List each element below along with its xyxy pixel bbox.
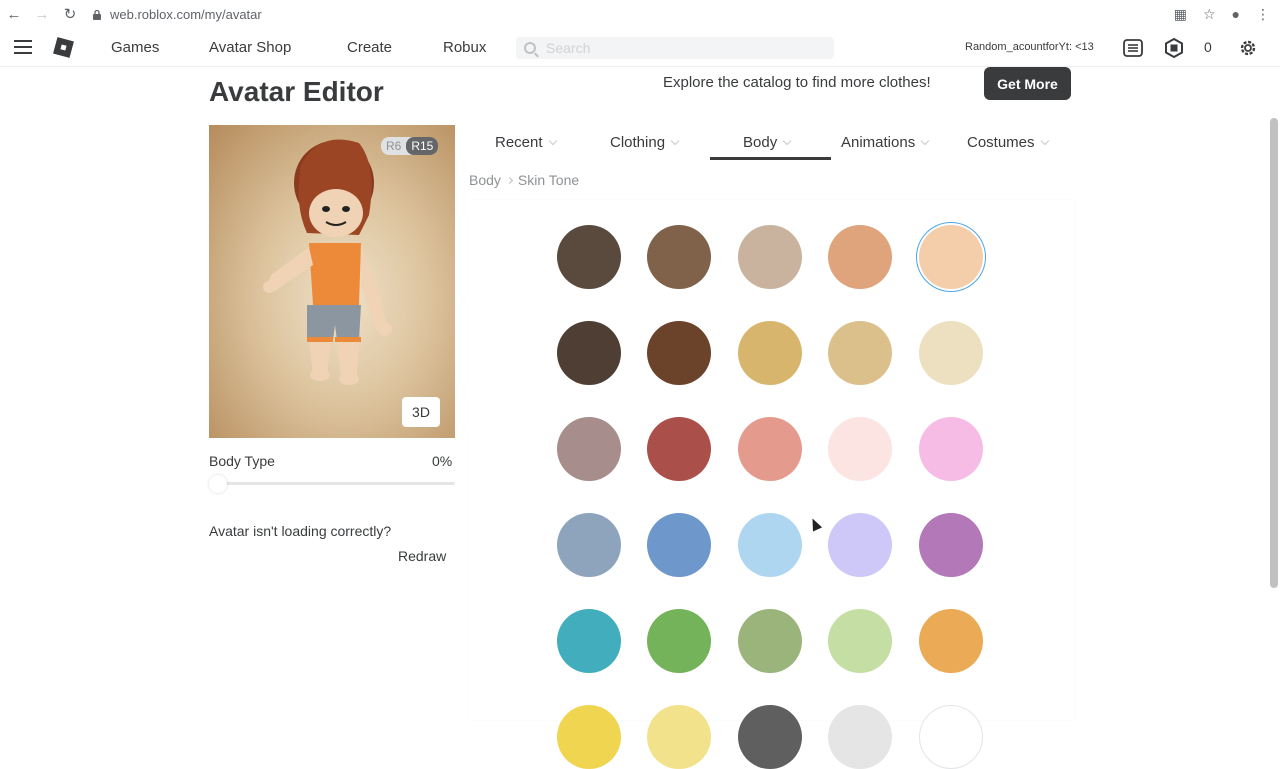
chevron-down-icon bbox=[782, 136, 792, 146]
body-type-label: Body Type bbox=[209, 453, 275, 469]
skin-tone-swatch[interactable] bbox=[647, 417, 711, 481]
skin-tone-swatch[interactable] bbox=[919, 513, 983, 577]
avatar-figure bbox=[263, 139, 392, 385]
skin-tone-swatch[interactable] bbox=[557, 705, 621, 769]
page-scrollbar[interactable] bbox=[1270, 118, 1278, 588]
search-box[interactable] bbox=[516, 37, 834, 59]
tab-label: Recent bbox=[495, 134, 543, 151]
search-input[interactable] bbox=[546, 40, 826, 56]
skin-tone-swatch[interactable] bbox=[557, 321, 621, 385]
skin-tone-swatch[interactable] bbox=[738, 513, 802, 577]
skin-tone-swatch[interactable] bbox=[557, 225, 621, 289]
skin-tone-swatch[interactable] bbox=[557, 513, 621, 577]
robux-balance[interactable]: 0 bbox=[1204, 39, 1212, 55]
skin-tone-swatch[interactable] bbox=[557, 417, 621, 481]
translate-icon[interactable]: ▦ bbox=[1174, 6, 1187, 23]
skin-tone-swatch[interactable] bbox=[828, 609, 892, 673]
roblox-logo-icon[interactable] bbox=[53, 37, 74, 58]
chevron-down-icon bbox=[920, 136, 930, 146]
tab-body[interactable]: Body bbox=[743, 134, 792, 151]
skin-tone-swatch[interactable] bbox=[828, 705, 892, 769]
skin-tone-swatch[interactable] bbox=[919, 705, 983, 769]
skin-tone-swatch[interactable] bbox=[647, 513, 711, 577]
chevron-right-icon bbox=[505, 176, 513, 184]
lock-icon bbox=[93, 9, 101, 20]
username[interactable]: Random_acountforYt: <13 bbox=[965, 41, 1094, 53]
avatar-preview[interactable] bbox=[209, 125, 455, 438]
skin-tone-swatch[interactable] bbox=[828, 417, 892, 481]
breadcrumb: Body Skin Tone bbox=[469, 172, 579, 188]
skin-tone-swatch[interactable] bbox=[738, 321, 802, 385]
tab-label: Animations bbox=[841, 134, 916, 151]
page-title: Avatar Editor bbox=[209, 76, 384, 107]
tab-animations[interactable]: Animations bbox=[841, 134, 930, 151]
skin-tone-swatch[interactable] bbox=[919, 417, 983, 481]
active-tab-indicator bbox=[710, 157, 831, 160]
skin-tone-swatch[interactable] bbox=[738, 225, 802, 289]
redraw-link[interactable]: Redraw bbox=[398, 548, 446, 564]
get-more-button[interactable]: Get More bbox=[984, 67, 1071, 100]
skin-tone-swatch[interactable] bbox=[919, 225, 983, 289]
skin-tone-swatch[interactable] bbox=[647, 705, 711, 769]
tab-clothing[interactable]: Clothing bbox=[610, 134, 680, 151]
breadcrumb-skin-tone: Skin Tone bbox=[517, 172, 580, 188]
robux-icon[interactable] bbox=[1164, 38, 1184, 58]
skin-tone-swatch[interactable] bbox=[738, 705, 802, 769]
skin-tone-swatch[interactable] bbox=[557, 609, 621, 673]
skin-tone-swatch[interactable] bbox=[828, 321, 892, 385]
profile-icon[interactable]: ● bbox=[1232, 6, 1240, 22]
skin-tone-swatch[interactable] bbox=[919, 321, 983, 385]
browser-toolbar: ← → ↻ web.roblox.com/my/avatar ▦ ☆ ● ⋮ bbox=[0, 0, 1280, 28]
body-type-slider[interactable] bbox=[218, 482, 455, 485]
skin-tone-swatch[interactable] bbox=[647, 609, 711, 673]
tab-label: Costumes bbox=[967, 134, 1035, 151]
rig-type-toggle[interactable]: R6 R15 bbox=[381, 137, 439, 155]
breadcrumb-body[interactable]: Body bbox=[469, 172, 501, 188]
tab-recent[interactable]: Recent bbox=[495, 134, 557, 151]
skin-tone-swatch[interactable] bbox=[647, 225, 711, 289]
body-type-slider-handle[interactable] bbox=[209, 475, 227, 493]
address-bar[interactable]: web.roblox.com/my/avatar bbox=[92, 7, 262, 22]
skin-tone-swatch[interactable] bbox=[738, 609, 802, 673]
skin-tone-swatch[interactable] bbox=[828, 513, 892, 577]
skin-tone-swatch[interactable] bbox=[828, 225, 892, 289]
chevron-down-icon bbox=[1040, 136, 1049, 146]
nav-games[interactable]: Games bbox=[111, 39, 159, 56]
skin-tone-swatch[interactable] bbox=[919, 609, 983, 673]
bookmark-star-icon[interactable]: ☆ bbox=[1203, 6, 1216, 23]
hamburger-menu-icon[interactable] bbox=[14, 40, 32, 54]
site-header: Games Avatar Shop Create Robux Random_ac… bbox=[0, 29, 1280, 67]
settings-gear-icon[interactable] bbox=[1238, 38, 1258, 58]
search-icon bbox=[524, 42, 536, 54]
rig-r6-option[interactable]: R6 bbox=[381, 137, 406, 155]
skin-tone-swatch[interactable] bbox=[738, 417, 802, 481]
back-icon[interactable]: ← bbox=[0, 0, 28, 28]
view-3d-button[interactable]: 3D bbox=[402, 397, 440, 427]
nav-create[interactable]: Create bbox=[347, 39, 392, 56]
explore-catalog-text: Explore the catalog to find more clothes… bbox=[663, 74, 931, 91]
nav-avatar-shop[interactable]: Avatar Shop bbox=[209, 39, 291, 56]
tab-costumes[interactable]: Costumes bbox=[967, 134, 1049, 151]
forward-icon[interactable]: → bbox=[28, 0, 56, 28]
chevron-down-icon bbox=[670, 136, 680, 146]
reload-icon[interactable]: ↻ bbox=[56, 0, 84, 28]
tab-label: Clothing bbox=[610, 134, 666, 151]
body-type-value: 0% bbox=[432, 453, 453, 469]
more-menu-icon[interactable]: ⋮ bbox=[1256, 6, 1270, 23]
messages-icon[interactable] bbox=[1123, 38, 1143, 58]
url-text: web.roblox.com/my/avatar bbox=[110, 6, 262, 22]
chevron-down-icon bbox=[548, 136, 557, 146]
rig-r15-option[interactable]: R15 bbox=[406, 137, 439, 155]
skin-tone-swatch[interactable] bbox=[647, 321, 711, 385]
avatar-loading-question: Avatar isn't loading correctly? bbox=[209, 523, 392, 539]
nav-robux[interactable]: Robux bbox=[443, 39, 486, 56]
tab-label: Body bbox=[743, 134, 778, 151]
